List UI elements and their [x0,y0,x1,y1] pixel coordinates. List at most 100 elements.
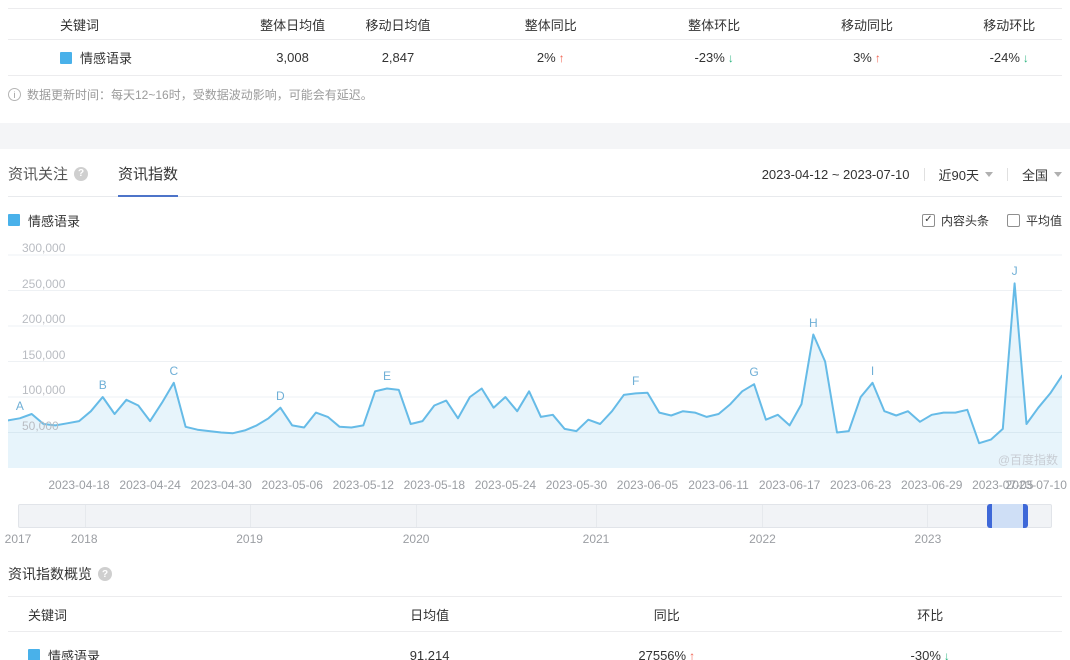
legend-color-swatch [8,214,20,226]
keyword-cell[interactable]: 情感语录 [8,646,324,660]
summary-data-row: 情感语录 3,008 2,847 2% ↑ -23% ↓ 3% ↑ -24% ↓ [8,40,1062,76]
year-label-2023: 2023 [914,532,942,546]
overall-mom-value: -23% ↓ [694,50,734,65]
update-note-text: 数据更新时间：每天12~16时，受数据波动影响，可能会有延迟。 [27,88,373,102]
checkbox-unchecked-icon [1006,213,1020,227]
region-dropdown[interactable]: 全国 [1022,165,1062,184]
x-axis-tick-label: 2023-06-17 [758,478,821,492]
mobile-daily-value: 2,847 [381,50,415,65]
divider [1006,168,1008,181]
col-overall-yoy: 整体同比 [524,17,577,33]
x-axis-tick-label: 2023-05-24 [474,478,537,492]
col-overall-daily: 整体日均值 [260,17,326,33]
year-label-2019: 2019 [236,532,263,546]
caret-down-icon [1054,172,1062,177]
x-axis-tick-label: 2023-05-30 [545,478,608,492]
slider-year-tick [250,505,252,527]
year-label-2018: 2018 [70,532,98,546]
keyword-label: 情感语录 [80,51,133,66]
overall-yoy-value: 2% ↑ [536,50,565,65]
chart-canvas [8,254,1062,468]
tab-bar: 资讯关注 ? 资讯指数 2023-04-12 ~ 2023-07-10 近90天… [8,163,1062,197]
trend-line-chart[interactable]: 50,000 100,000 150,000 200,000 250,000 300,00… [8,241,1062,468]
col-mobile-mom: 移动环比 [983,17,1036,33]
year-label-2021: 2021 [582,532,610,546]
overview-data-row: 情感语录 91,214 27556% ↑ -30% ↓ [8,632,1062,660]
year-label-2020: 2020 [402,532,430,546]
down-arrow-icon: ↓ [943,648,950,660]
col-daily-avg: 日均值 [410,607,450,623]
divider [923,168,925,181]
daily-avg-value: 91,214 [409,647,450,660]
help-icon[interactable]: ? [74,166,89,181]
overall-daily-value: 3,008 [276,50,309,65]
slider-year-tick [85,505,87,527]
down-arrow-icon: ↓ [1022,51,1029,65]
x-axis-tick-label: 2023-06-11 [688,478,749,492]
down-arrow-icon: ↓ [727,51,734,65]
keyword-color-swatch [28,649,40,660]
region-dropdown-value: 全国 [1021,168,1048,183]
timeline-year-labels: 2017 2018 2019 2020 2021 2022 2023 [5,530,1052,548]
keyword-summary-section: 关键词 整体日均值 移动日均值 整体同比 整体环比 移动同比 移动环比 情感语录… [0,0,1070,115]
slider-selection-window[interactable] [987,504,1029,528]
checkbox-content-toutiao[interactable]: ✓ 内容头条 [921,212,989,229]
watermark: @百度指数 [997,453,1058,467]
slider-year-tick [762,505,764,527]
timeline-brush-slider[interactable] [18,504,1052,528]
slider-year-tick [927,505,929,527]
period-dropdown[interactable]: 近90天 [939,165,993,184]
overview-title: 资讯指数概览 [8,566,92,582]
col-mobile-daily: 移动日均值 [365,17,431,33]
series-legend: 情感语录 [8,211,80,230]
x-axis-tick-label: 2023-06-23 [829,478,892,492]
col-keyword: 关键词 [28,607,68,623]
x-axis-tick-label: 2023-04-18 [48,478,110,492]
help-icon[interactable]: ? [98,567,112,581]
year-label-2017: 2017 [4,532,32,546]
slider-year-tick [416,505,418,527]
overview-header-row: 关键词 日均值 同比 环比 [8,596,1062,632]
chart-filters: 2023-04-12 ~ 2023-07-10 近90天 全国 [762,165,1062,196]
col-mom: 环比 [917,607,944,623]
info-icon: i [8,88,21,101]
x-axis-tick-label: 2023-06-29 [901,478,963,492]
x-axis-tick-label: 2023-04-30 [190,478,252,492]
x-axis-tick-label: 2023-07-10 [1005,478,1067,492]
chart-options: ✓ 内容头条 平均值 [921,212,1062,229]
keyword-label: 情感语录 [48,648,101,660]
mobile-yoy-value: 3% ↑ [853,50,881,65]
tab-news-index[interactable]: 资讯指数 [118,163,179,197]
year-label-2022: 2022 [749,532,776,546]
caret-down-icon [984,172,993,177]
legend-row: 情感语录 ✓ 内容头条 平均值 [8,210,1062,230]
period-dropdown-value: 近90天 [938,168,979,183]
summary-header-row: 关键词 整体日均值 移动日均值 整体同比 整体环比 移动同比 移动环比 [8,8,1062,40]
x-axis-tick-label: 2023-06-05 [616,478,679,492]
keyword-color-swatch [60,51,72,64]
x-axis-tick-label: 2023-04-24 [119,478,181,492]
section-divider [0,123,1070,149]
slider-year-tick [595,505,597,527]
up-arrow-icon: ↑ [689,648,696,660]
up-arrow-icon: ↑ [874,51,881,65]
x-axis-tick-label: 2023-05-18 [403,478,466,492]
checkbox-average[interactable]: 平均值 [1006,212,1062,229]
x-axis-labels: 2023-04-18 2023-04-24 2023-04-30 2023-05-06… [8,472,1067,498]
checkbox-checked-icon: ✓ [921,213,935,227]
baidu-index-page: 关键词 整体日均值 移动日均值 整体同比 整体环比 移动同比 移动环比 情感语录… [0,0,1070,660]
x-axis-tick-label: 2023-05-12 [332,478,394,492]
col-keyword: 关键词 [60,17,100,33]
legend-keyword-label: 情感语录 [28,213,81,229]
keyword-cell[interactable]: 情感语录 [8,48,240,67]
tab-news-attention[interactable]: 资讯关注 ? [8,163,89,196]
tab-news-index-label: 资讯指数 [118,166,179,183]
yoy-value: 27556% ↑ [535,648,799,660]
mom-value: -30% ↓ [798,648,1062,660]
col-overall-mom: 整体环比 [688,17,741,33]
x-axis-tick-label: 2023-05-06 [261,478,323,492]
up-arrow-icon: ↑ [558,51,565,65]
update-note: i 数据更新时间：每天12~16时，受数据波动影响，可能会有延迟。 [8,76,1062,115]
checkbox-content-label: 内容头条 [940,213,989,228]
date-range-display[interactable]: 2023-04-12 ~ 2023-07-10 [762,167,910,182]
